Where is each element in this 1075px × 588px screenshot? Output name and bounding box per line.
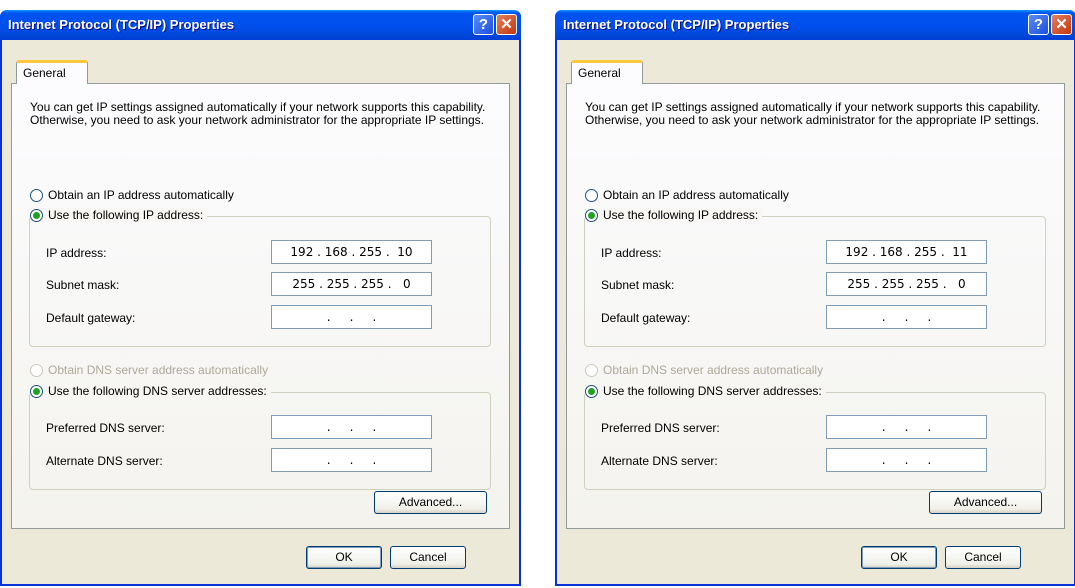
ip-address-label: IP address:: [601, 246, 662, 260]
ip-address-label: IP address:: [46, 246, 107, 260]
radio-label: Use the following DNS server addresses:: [48, 384, 267, 398]
radio-circle: [585, 188, 598, 202]
alternate-dns-label: Alternate DNS server:: [46, 454, 163, 468]
alternate-dns-label: Alternate DNS server:: [601, 454, 718, 468]
radio-circle: [30, 188, 43, 202]
radio-circle-checked: [585, 208, 598, 222]
general-panel: You can get IP settings assigned automat…: [11, 83, 510, 529]
dns-server-group: Preferred DNS server: . . . Alternate DN…: [29, 392, 491, 490]
preferred-dns-label: Preferred DNS server:: [46, 421, 165, 435]
help-button[interactable]: ?: [473, 14, 494, 35]
ip-address-input[interactable]: 192 . 168 . 255 . 11: [826, 240, 987, 264]
radio-circle-checked: [30, 384, 43, 398]
general-panel: You can get IP settings assigned automat…: [566, 83, 1065, 529]
ip-address-input[interactable]: 192 . 168 . 255 . 10: [271, 240, 432, 264]
help-button[interactable]: ?: [1028, 14, 1049, 35]
close-button[interactable]: ✕: [1051, 14, 1072, 35]
default-gateway-label: Default gateway:: [601, 311, 691, 325]
default-gateway-input[interactable]: . . .: [271, 305, 432, 329]
radio-label: Obtain an IP address automatically: [603, 188, 789, 202]
cancel-button[interactable]: Cancel: [945, 546, 1021, 569]
default-gateway-input[interactable]: . . .: [826, 305, 987, 329]
radio-circle: [30, 363, 43, 377]
ok-button[interactable]: OK: [306, 546, 382, 569]
question-mark-icon: ?: [1033, 16, 1044, 33]
close-button[interactable]: ✕: [496, 14, 517, 35]
question-mark-icon: ?: [478, 16, 489, 33]
default-gateway-label: Default gateway:: [46, 311, 136, 325]
tab-general-label: General: [578, 66, 621, 80]
subnet-mask-label: Subnet mask:: [46, 278, 120, 292]
ok-button[interactable]: OK: [861, 546, 937, 569]
radio-use-following-dns[interactable]: Use the following DNS server addresses:: [30, 384, 271, 398]
close-x-icon: ✕: [500, 16, 513, 33]
alternate-dns-input[interactable]: . . .: [271, 448, 432, 472]
radio-circle-checked: [30, 208, 43, 222]
radio-label: Obtain an IP address automatically: [48, 188, 234, 202]
radio-obtain-dns-auto[interactable]: Obtain DNS server address automatically: [585, 363, 823, 377]
radio-label: Use the following DNS server addresses:: [603, 384, 822, 398]
radio-obtain-ip-auto[interactable]: Obtain an IP address automatically: [585, 188, 789, 202]
preferred-dns-input[interactable]: . . .: [271, 415, 432, 439]
advanced-button[interactable]: Advanced...: [929, 491, 1042, 514]
subnet-mask-input[interactable]: 255 . 255 . 255 . 0: [826, 272, 987, 296]
advanced-button[interactable]: Advanced...: [374, 491, 487, 514]
subnet-mask-input[interactable]: 255 . 255 . 255 . 0: [271, 272, 432, 296]
description-text: You can get IP settings assigned automat…: [30, 100, 486, 127]
cancel-button[interactable]: Cancel: [390, 546, 466, 569]
radio-use-following-ip[interactable]: Use the following IP address:: [585, 208, 763, 222]
radio-use-following-ip[interactable]: Use the following IP address:: [30, 208, 208, 222]
tcpip-dialog-right: Internet Protocol (TCP/IP) Properties ? …: [555, 10, 1075, 586]
radio-circle: [585, 363, 598, 377]
dialog-title: Internet Protocol (TCP/IP) Properties: [563, 17, 790, 32]
alternate-dns-input[interactable]: . . .: [826, 448, 987, 472]
radio-obtain-ip-auto[interactable]: Obtain an IP address automatically: [30, 188, 234, 202]
title-bar[interactable]: Internet Protocol (TCP/IP) Properties ? …: [555, 10, 1075, 40]
preferred-dns-label: Preferred DNS server:: [601, 421, 720, 435]
tab-general[interactable]: General: [16, 60, 88, 84]
description-text: You can get IP settings assigned automat…: [585, 100, 1041, 127]
ip-address-group: IP address: 192 . 168 . 255 . 10 Subnet …: [29, 216, 491, 347]
dns-server-group: Preferred DNS server: . . . Alternate DN…: [584, 392, 1046, 490]
dialog-title: Internet Protocol (TCP/IP) Properties: [8, 17, 235, 32]
radio-circle-checked: [585, 384, 598, 398]
radio-use-following-dns[interactable]: Use the following DNS server addresses:: [585, 384, 826, 398]
ip-address-group: IP address: 192 . 168 . 255 . 11 Subnet …: [584, 216, 1046, 347]
preferred-dns-input[interactable]: . . .: [826, 415, 987, 439]
close-x-icon: ✕: [1055, 16, 1068, 33]
tcpip-dialog-left: Internet Protocol (TCP/IP) Properties ? …: [0, 10, 521, 586]
subnet-mask-label: Subnet mask:: [601, 278, 675, 292]
radio-label: Obtain DNS server address automatically: [48, 363, 269, 377]
tab-general[interactable]: General: [571, 60, 643, 84]
title-bar[interactable]: Internet Protocol (TCP/IP) Properties ? …: [0, 10, 521, 40]
radio-label: Use the following IP address:: [48, 208, 204, 222]
tab-general-label: General: [23, 66, 66, 80]
radio-label: Obtain DNS server address automatically: [603, 363, 824, 377]
radio-label: Use the following IP address:: [603, 208, 759, 222]
radio-obtain-dns-auto[interactable]: Obtain DNS server address automatically: [30, 363, 268, 377]
